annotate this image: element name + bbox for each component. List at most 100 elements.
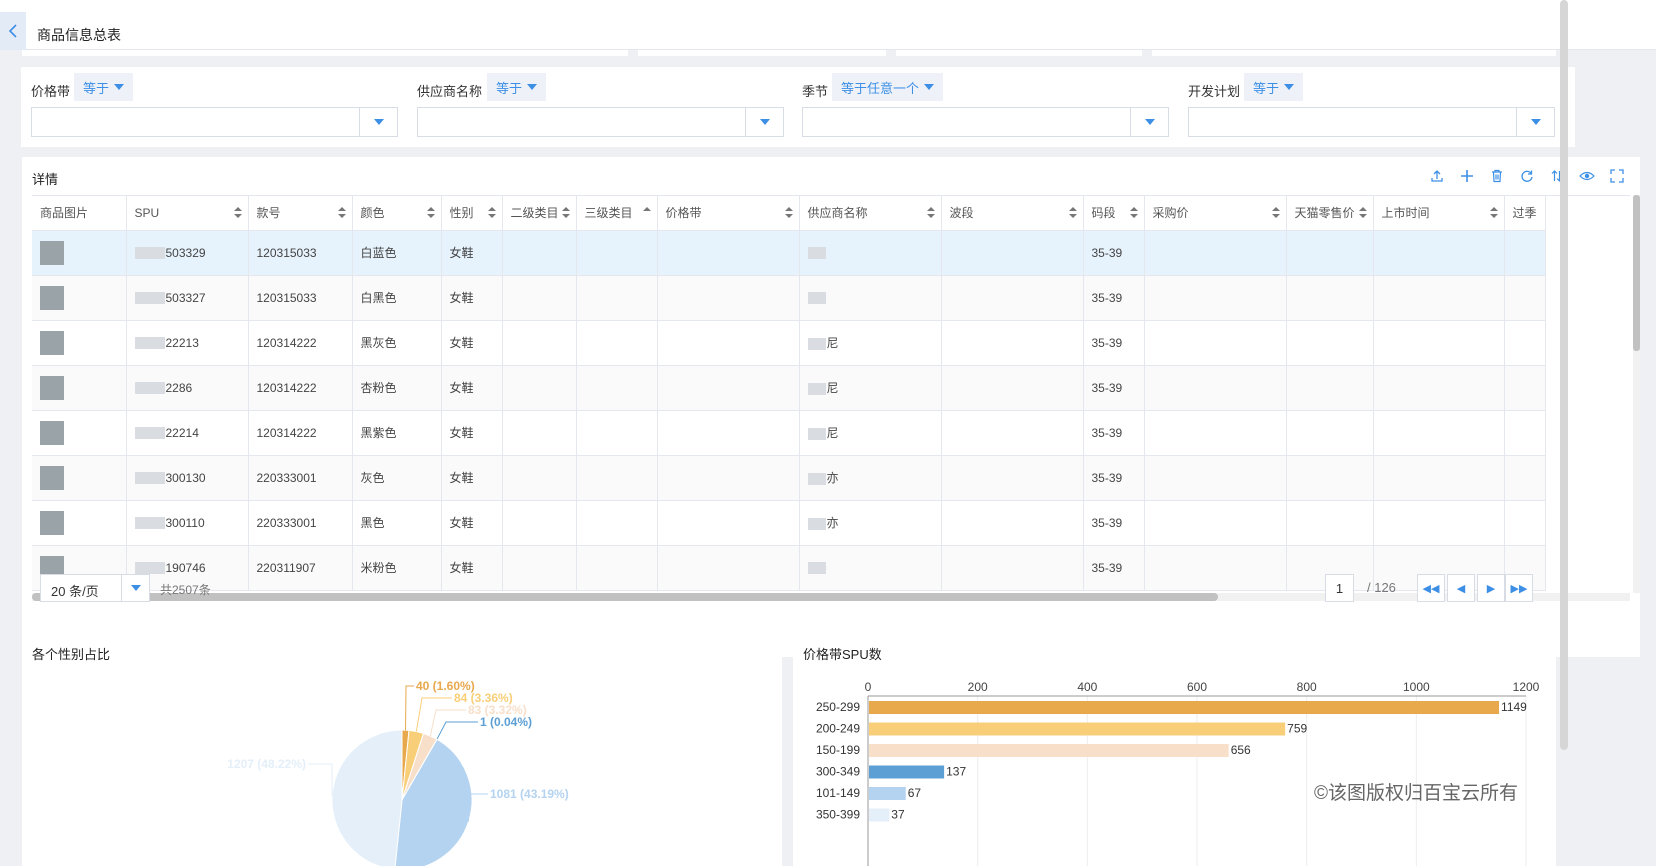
bar[interactable] [869, 787, 906, 800]
dropdown-arrow-icon[interactable] [1130, 108, 1168, 136]
chart-title: 价格带SPU数 [803, 647, 882, 662]
operator-dropdown[interactable]: 等于 [74, 73, 134, 101]
dropdown-arrow-icon[interactable] [1516, 108, 1554, 136]
column-header[interactable]: SPU [126, 196, 249, 231]
sort-icon[interactable] [337, 207, 346, 219]
column-header[interactable]: 价格带 [657, 196, 800, 231]
column-header[interactable]: 码段 [1083, 196, 1145, 231]
column-header[interactable]: 天猫零售价 [1286, 196, 1374, 231]
delete-icon[interactable] [1482, 165, 1512, 187]
upload-icon[interactable] [1422, 165, 1452, 187]
column-header[interactable]: 上市时间 [1373, 196, 1505, 231]
operator-dropdown[interactable]: 等于 [487, 73, 547, 101]
color-cell: 米粉色 [352, 545, 442, 591]
sort-icon[interactable] [426, 207, 435, 219]
filter-select[interactable] [417, 107, 784, 137]
next-page-button[interactable]: ▶ [1477, 574, 1505, 602]
column-header[interactable]: 过季 [1504, 196, 1546, 231]
vertical-scrollbar[interactable] [1633, 195, 1640, 593]
table-row[interactable]: 503327 120315033 白黑色 女鞋 35-39 [32, 275, 1546, 321]
sort-icon[interactable] [784, 207, 793, 219]
column-header[interactable]: 采购价 [1144, 196, 1287, 231]
table-row[interactable]: 190746 220311907 米粉色 女鞋 35-39 [32, 545, 1546, 591]
column-header[interactable]: 款号 [248, 196, 353, 231]
table-row[interactable]: 2286 120314222 杏粉色 女鞋 尼 35-39 [32, 365, 1546, 411]
last-page-button[interactable]: ▶▶ [1505, 574, 1533, 602]
product-thumbnail[interactable] [40, 285, 64, 310]
table-row[interactable]: 300110 220333001 黑色 女鞋 亦 35-39 [32, 500, 1546, 546]
column-header[interactable]: 供应商名称 [799, 196, 942, 231]
column-header[interactable]: 性别 [441, 196, 503, 231]
product-thumbnail[interactable] [40, 420, 64, 445]
x-tick-label: 600 [1187, 680, 1207, 694]
product-thumbnail[interactable] [40, 330, 64, 355]
dropdown-arrow-icon[interactable] [745, 108, 783, 136]
page-scrollbar[interactable] [1560, 0, 1568, 866]
category3-cell [576, 455, 658, 501]
sort-asc-icon[interactable] [642, 207, 651, 219]
product-thumbnail[interactable] [40, 375, 64, 400]
sort-icon[interactable] [487, 207, 496, 219]
table-row[interactable]: 22214 120314222 黑紫色 女鞋 尼 35-39 [32, 410, 1546, 456]
total-count: 共2507条 [160, 583, 211, 597]
column-header[interactable]: 二级类目 [502, 196, 577, 231]
view-icon[interactable] [1572, 165, 1602, 187]
column-header[interactable]: 颜色 [352, 196, 442, 231]
pie-label-line [429, 709, 466, 737]
refresh-icon[interactable] [1512, 165, 1542, 187]
operator-dropdown[interactable]: 等于任意一个 [832, 73, 944, 101]
table-row[interactable]: 300130 220333001 灰色 女鞋 亦 35-39 [32, 455, 1546, 501]
sort-icon[interactable] [926, 207, 935, 219]
product-thumbnail[interactable] [40, 510, 64, 535]
filter-select[interactable] [1188, 107, 1555, 137]
overseason-cell [1504, 410, 1546, 456]
page-number-input[interactable]: 1 [1325, 574, 1354, 602]
bar[interactable] [869, 765, 945, 779]
prev-page-button[interactable]: ◀ [1447, 574, 1475, 602]
sort-icon[interactable] [561, 207, 570, 219]
bar[interactable] [869, 701, 1500, 714]
sort-icon[interactable] [1271, 207, 1280, 219]
table-row[interactable]: 503329 120315033 白蓝色 女鞋 35-39 [32, 230, 1546, 276]
table-header-row: 商品图片 SPU 款号 颜色 性别 二级类目 三级类目 价格带 供应商名称 波段… [32, 196, 1546, 231]
pie-slice[interactable] [331, 729, 403, 866]
column-header[interactable]: 三级类目 [576, 196, 658, 231]
column-header[interactable]: 商品图片 [32, 196, 127, 231]
filter-select[interactable] [31, 107, 398, 137]
price-band-cell [657, 545, 800, 591]
page-size-select[interactable]: 20 条/页 [40, 574, 150, 602]
sort-icon[interactable] [1068, 207, 1077, 219]
sort-icon[interactable] [1129, 207, 1138, 219]
fullscreen-icon[interactable] [1602, 165, 1632, 187]
bar[interactable] [869, 722, 1286, 736]
table-row[interactable]: 22213 120314222 黑灰色 女鞋 尼 35-39 [32, 320, 1546, 366]
sort-icon[interactable] [1358, 207, 1367, 219]
color-cell: 杏粉色 [352, 365, 442, 411]
add-icon[interactable] [1452, 165, 1482, 187]
overseason-cell [1504, 230, 1546, 276]
first-page-button[interactable]: ◀◀ [1417, 574, 1445, 602]
column-header[interactable]: 波段 [941, 196, 1084, 231]
supplier-cell [799, 545, 942, 591]
price-band-cell [657, 500, 800, 546]
operator-dropdown[interactable]: 等于 [1244, 73, 1304, 101]
back-button[interactable] [0, 12, 26, 50]
sort-icon[interactable] [233, 207, 242, 219]
panel-strip [22, 50, 628, 56]
gender-cell: 女鞋 [441, 320, 503, 366]
dropdown-arrow-icon[interactable] [121, 575, 149, 601]
dropdown-arrow-icon[interactable] [359, 108, 397, 136]
product-thumbnail[interactable] [40, 465, 64, 490]
sort-icon[interactable] [1489, 207, 1498, 219]
supplier-cell [799, 275, 942, 321]
filter-select[interactable] [802, 107, 1169, 137]
bar-value-label: 67 [908, 786, 922, 800]
bar[interactable] [869, 744, 1229, 757]
chevron-left-icon [8, 24, 17, 38]
product-thumbnail[interactable] [40, 240, 64, 265]
data-table: 商品图片 SPU 款号 颜色 性别 二级类目 三级类目 价格带 供应商名称 波段… [32, 196, 1546, 591]
purchase-price-cell [1144, 320, 1287, 366]
bar[interactable] [869, 808, 890, 822]
gender-cell: 女鞋 [441, 545, 503, 591]
page-total: / 126 [1367, 580, 1396, 595]
